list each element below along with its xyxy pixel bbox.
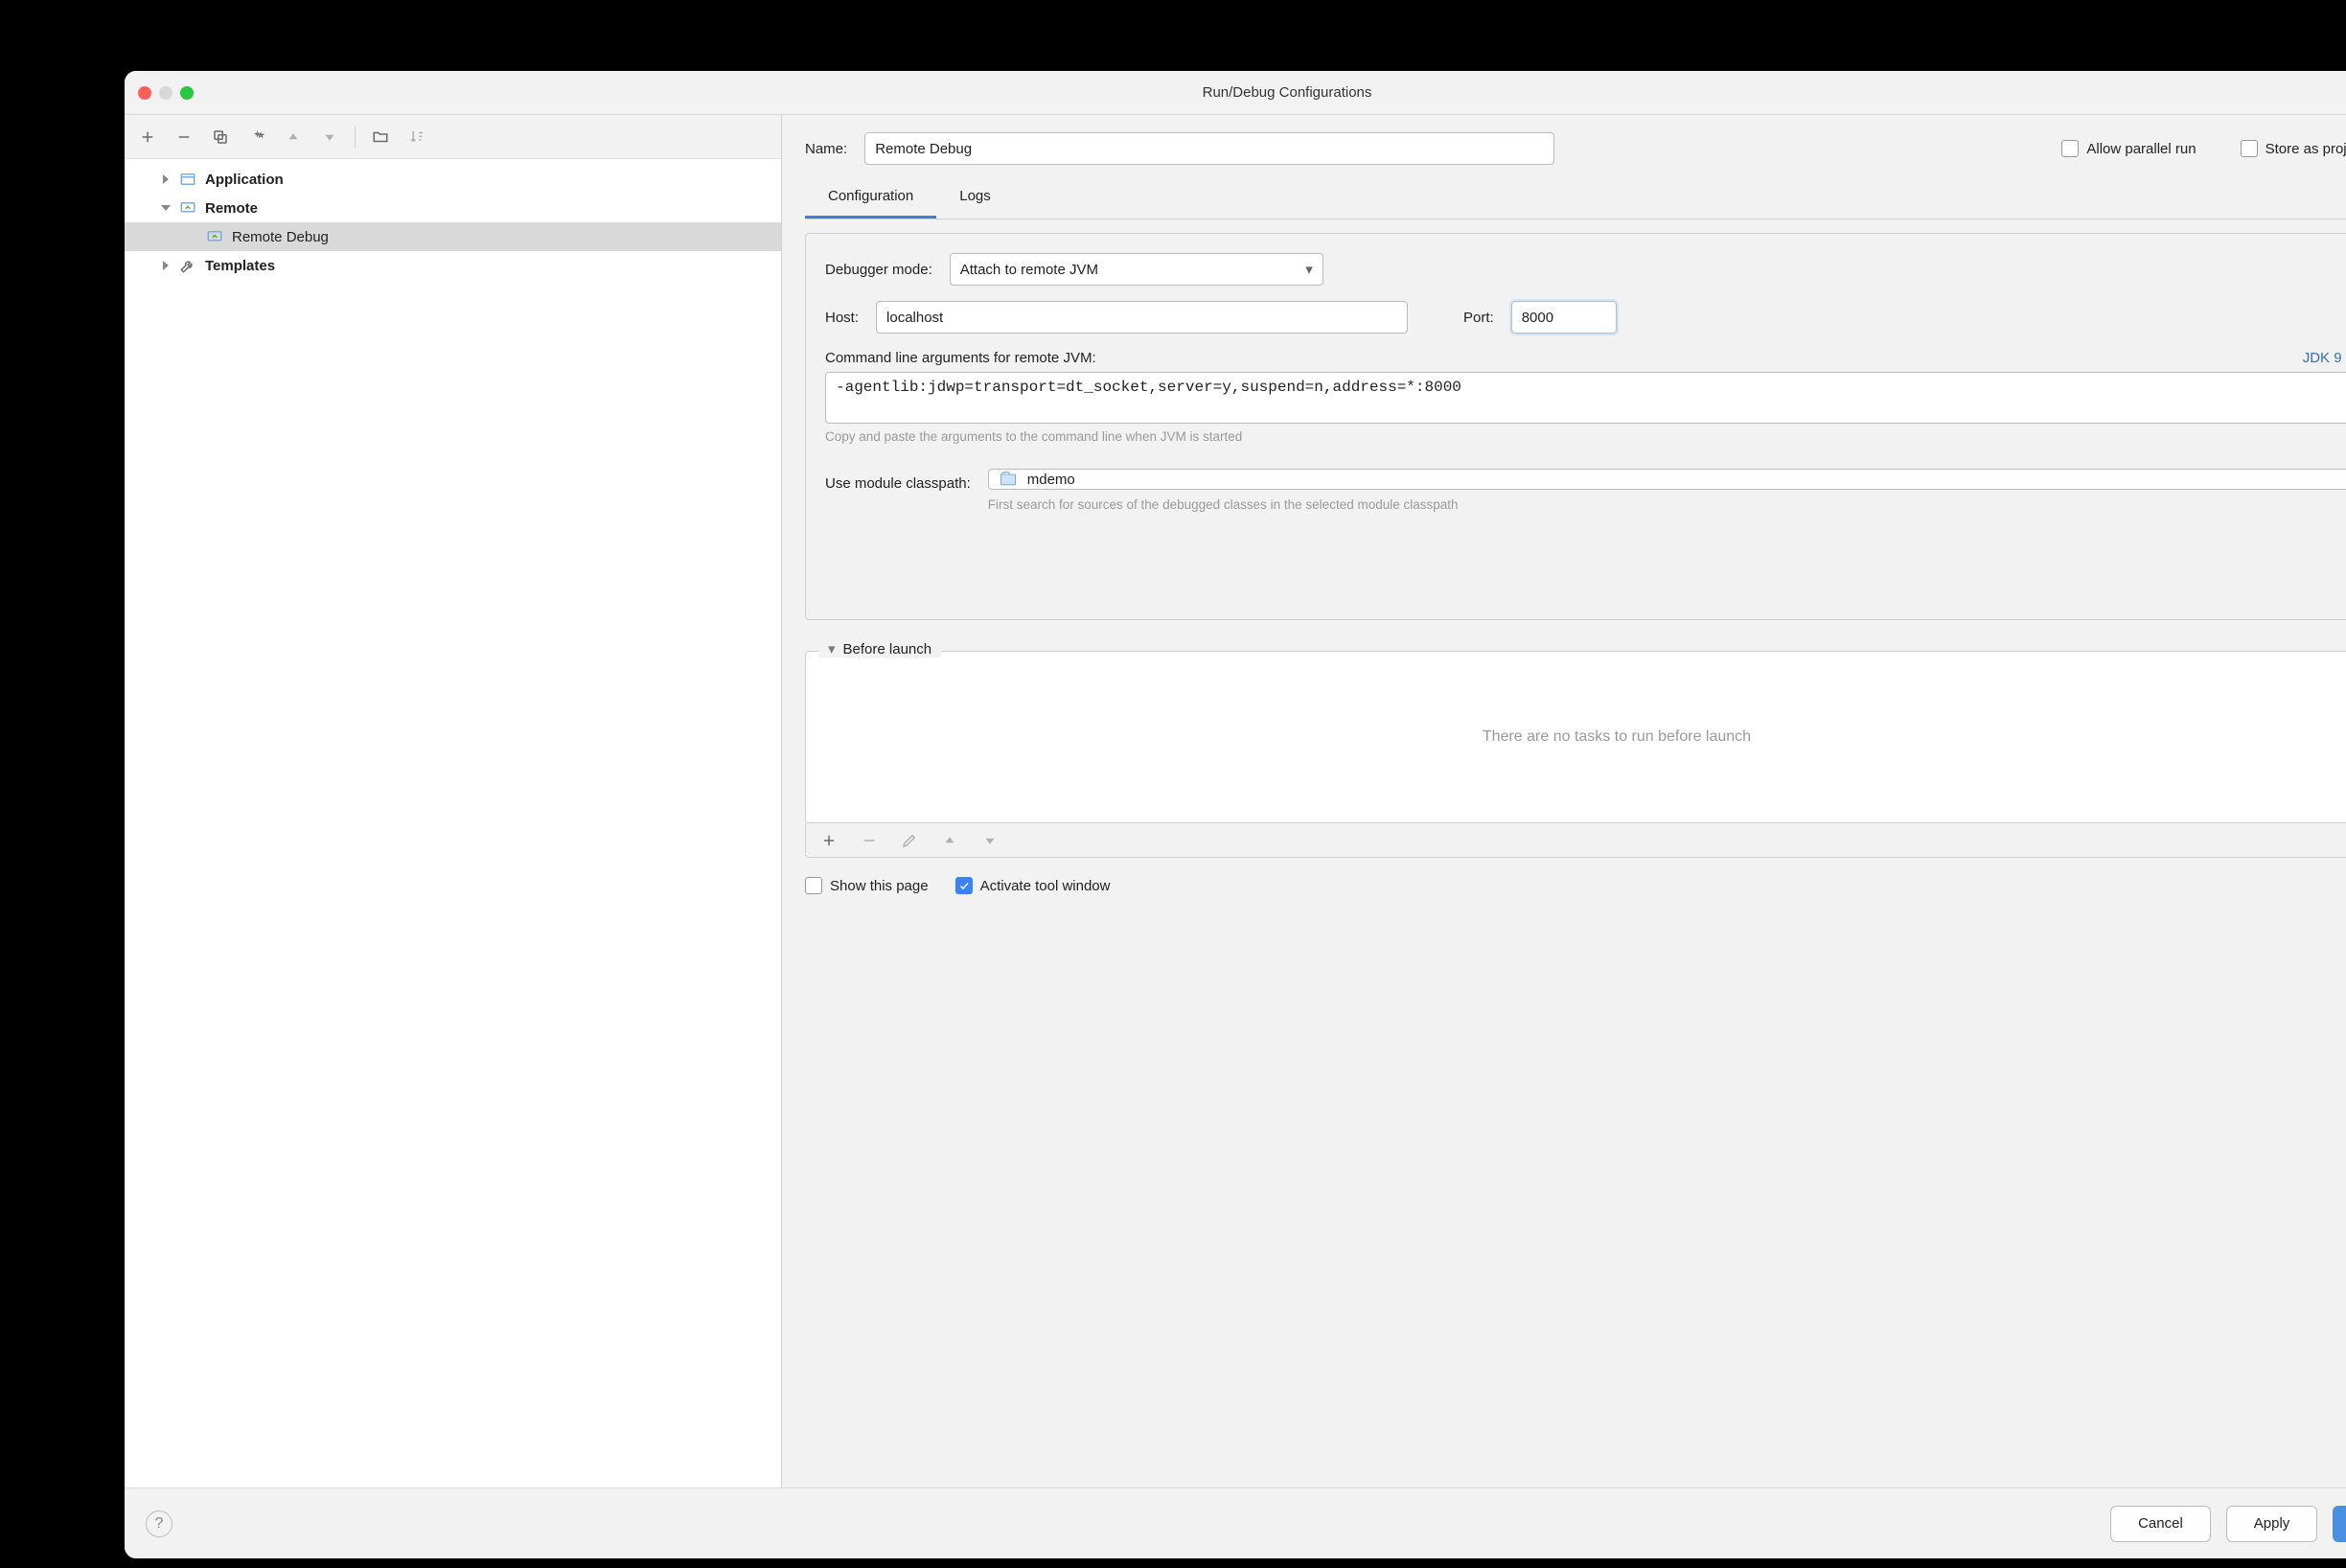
- window-controls: [138, 86, 194, 100]
- remove-task-icon[interactable]: [856, 827, 883, 854]
- jdk-version-select[interactable]: JDK 9 or later ⌄: [2303, 349, 2346, 366]
- allow-parallel-run-checkbox[interactable]: Allow parallel run: [2061, 140, 2196, 157]
- before-launch-header[interactable]: ▾ Before launch: [818, 640, 941, 657]
- application-icon: [178, 170, 197, 189]
- remote-icon: [178, 198, 197, 218]
- checkbox-icon: [955, 877, 973, 894]
- apply-button[interactable]: Apply: [2226, 1506, 2318, 1542]
- checkbox-icon: [2061, 140, 2079, 157]
- checkbox-icon: [2241, 140, 2258, 157]
- debugger-mode-select[interactable]: Attach to remote JVM ▾: [950, 253, 1323, 286]
- help-button[interactable]: ?: [146, 1510, 172, 1537]
- checkbox-label: Activate tool window: [980, 878, 1111, 894]
- ok-button[interactable]: OK: [2333, 1506, 2346, 1542]
- collapse-icon[interactable]: [159, 201, 172, 215]
- add-task-icon[interactable]: [816, 827, 842, 854]
- host-input[interactable]: [876, 301, 1408, 334]
- dialog-window: Run/Debug Configurations: [125, 71, 2346, 1558]
- folder-icon[interactable]: [367, 124, 394, 150]
- before-launch-tasks: There are no tasks to run before launch: [805, 651, 2346, 823]
- copy-config-icon[interactable]: [207, 124, 234, 150]
- expand-icon[interactable]: [159, 173, 172, 186]
- cancel-button[interactable]: Cancel: [2110, 1506, 2211, 1542]
- select-value: mdemo: [1027, 472, 1075, 488]
- dialog-footer: ? Cancel Apply OK: [125, 1487, 2346, 1558]
- port-label: Port:: [1463, 310, 1494, 326]
- checkbox-label: Allow parallel run: [2086, 141, 2196, 157]
- module-classpath-select[interactable]: mdemo ▾: [988, 469, 2346, 490]
- configuration-card: Debugger mode: Attach to remote JVM ▾ Ho…: [805, 233, 2346, 620]
- templates-icon[interactable]: [243, 124, 270, 150]
- host-label: Host:: [825, 310, 859, 326]
- tree-label: Remote Debug: [232, 229, 329, 245]
- tree-label: Templates: [205, 258, 275, 274]
- tab-configuration[interactable]: Configuration: [805, 178, 936, 219]
- move-down-icon[interactable]: [316, 124, 343, 150]
- chevron-down-icon: ▾: [828, 640, 836, 657]
- checkbox-icon: [805, 877, 822, 894]
- title-bar: Run/Debug Configurations: [125, 71, 2346, 115]
- section-title-text: Before launch: [843, 641, 932, 657]
- checkbox-label: Store as project file: [2266, 141, 2346, 157]
- name-input[interactable]: [864, 132, 1554, 165]
- window-title: Run/Debug Configurations: [138, 84, 2346, 101]
- tree-node-application[interactable]: Application: [125, 165, 781, 194]
- tab-logs[interactable]: Logs: [936, 178, 1014, 219]
- add-config-icon[interactable]: [134, 124, 161, 150]
- name-row: Name: Allow parallel run Store as projec…: [805, 132, 2346, 165]
- edit-task-icon[interactable]: [896, 827, 923, 854]
- tree-node-templates[interactable]: Templates: [125, 251, 781, 280]
- remove-config-icon[interactable]: [171, 124, 197, 150]
- editor-tabs: Configuration Logs: [805, 178, 2346, 219]
- jdk-label: JDK 9 or later: [2303, 350, 2346, 366]
- store-as-project-file-checkbox[interactable]: Store as project file: [2241, 140, 2346, 157]
- move-task-down-icon[interactable]: [977, 827, 1003, 854]
- debugger-mode-label: Debugger mode:: [825, 262, 932, 278]
- move-task-up-icon[interactable]: [936, 827, 963, 854]
- before-launch-toolbar: [805, 823, 2346, 858]
- show-this-page-checkbox[interactable]: Show this page: [805, 877, 929, 894]
- close-window-icon[interactable]: [138, 86, 151, 100]
- name-label: Name:: [805, 141, 847, 157]
- configurations-tree[interactable]: Application Remote Remote Debug: [125, 159, 781, 1487]
- command-line-label: Command line arguments for remote JVM:: [825, 350, 1096, 366]
- minimize-window-icon[interactable]: [159, 86, 172, 100]
- tree-node-remote-debug[interactable]: Remote Debug: [125, 222, 781, 251]
- tree-label: Application: [205, 172, 284, 188]
- select-value: Attach to remote JVM: [960, 262, 1098, 278]
- checkbox-label: Show this page: [830, 878, 929, 894]
- chevron-down-icon: ▾: [1305, 261, 1313, 278]
- module-classpath-label: Use module classpath:: [825, 469, 971, 492]
- configurations-panel: Application Remote Remote Debug: [125, 115, 782, 1487]
- module-classpath-hint: First search for sources of the debugged…: [988, 497, 1716, 512]
- tree-node-remote[interactable]: Remote: [125, 194, 781, 222]
- move-up-icon[interactable]: [280, 124, 307, 150]
- zoom-window-icon[interactable]: [180, 86, 194, 100]
- tree-label: Remote: [205, 200, 258, 217]
- module-icon: [999, 470, 1018, 489]
- before-launch-section: ▾ Before launch There are no tasks to ru…: [805, 651, 2346, 858]
- activate-tool-window-checkbox[interactable]: Activate tool window: [955, 877, 1111, 894]
- expand-icon[interactable]: [159, 259, 172, 272]
- sort-icon[interactable]: [403, 124, 430, 150]
- configuration-editor: Name: Allow parallel run Store as projec…: [782, 115, 2346, 1487]
- remote-icon: [205, 227, 224, 246]
- configurations-toolbar: [125, 115, 781, 159]
- wrench-icon: [178, 256, 197, 275]
- command-line-hint: Copy and paste the arguments to the comm…: [825, 429, 2346, 444]
- toolbar-separator: [355, 127, 356, 148]
- before-launch-empty-text: There are no tasks to run before launch: [1483, 728, 1751, 746]
- command-line-arguments[interactable]: -agentlib:jdwp=transport=dt_socket,serve…: [825, 372, 2346, 424]
- port-input[interactable]: [1511, 301, 1617, 334]
